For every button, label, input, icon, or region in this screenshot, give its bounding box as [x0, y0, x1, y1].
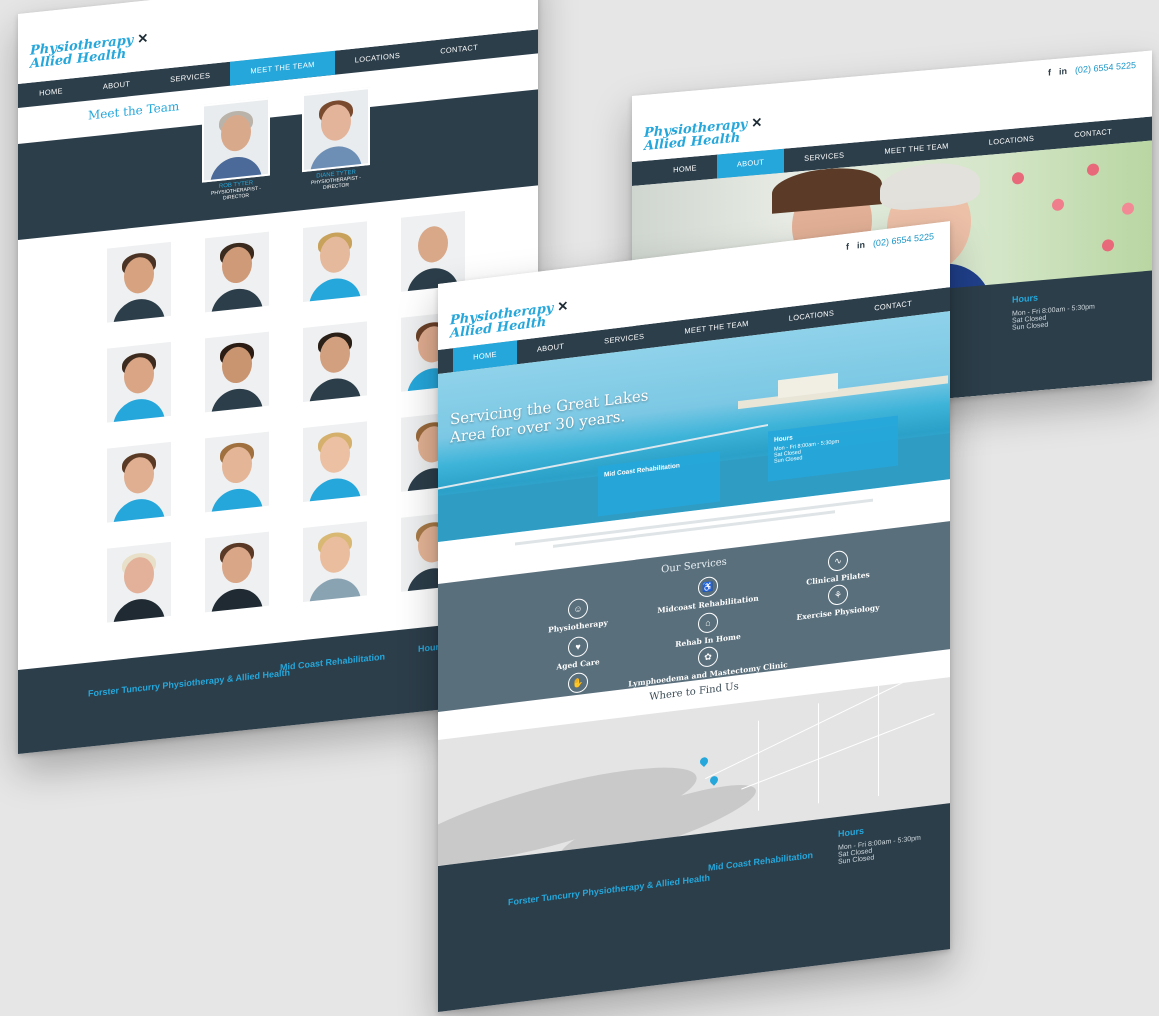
figure-icon: ✕ — [751, 115, 763, 132]
facebook-icon[interactable]: f — [1048, 67, 1051, 77]
physio-icon: ☺ — [568, 597, 588, 621]
figure-icon: ✕ — [557, 299, 569, 316]
rehab-icon: ♿ — [698, 575, 718, 599]
footer-hours: Hours Mon - Fri 8:00am - 5:30pm Sat Clos… — [838, 819, 921, 866]
home-page-mockup: f in (02) 6554 5225 Physiotherapy ✕ Allie… — [438, 221, 950, 1013]
pilates-icon: ∿ — [828, 549, 848, 573]
footer-clinic-1-name: Forster Tuncurry Physiotherapy & Allied … — [88, 667, 291, 699]
director-card[interactable]: ROB TYTER PHYSIOTHERAPIST - DIRECTOR — [202, 97, 270, 204]
team-photo — [401, 211, 465, 292]
team-member-card[interactable] — [204, 331, 270, 413]
footer-clinic-1: Forster Tuncurry Physiotherapy & Allied … — [88, 667, 290, 704]
team-member-card[interactable] — [302, 321, 368, 403]
team-member-card[interactable] — [106, 241, 172, 323]
team-member-card[interactable] — [204, 231, 270, 313]
team-photo — [205, 431, 269, 513]
team-member-card[interactable] — [204, 431, 270, 513]
footer-clinic-2-name: Mid Coast Rehabilitation — [280, 651, 386, 673]
facebook-icon[interactable]: f — [846, 242, 849, 252]
team-photo — [303, 221, 367, 303]
team-photo — [303, 321, 367, 403]
team-photo — [303, 521, 367, 603]
footer-clinic-1-name: Forster Tuncurry Physiotherapy & Allied … — [508, 872, 711, 908]
team-photo — [205, 231, 269, 313]
team-member-card[interactable] — [302, 421, 368, 503]
phone-number[interactable]: (02) 6554 5225 — [873, 231, 934, 248]
info-box-title: Mid Coast Rehabilitation — [604, 462, 680, 479]
team-member-card[interactable] — [106, 341, 172, 423]
team-photo — [107, 541, 171, 623]
footer-hours: Hours Mon - Fri 8:00am - 5:30pm Sat Clos… — [1012, 288, 1095, 331]
footer-clinic-2-name: Mid Coast Rehabilitation — [708, 849, 814, 873]
team-photo — [303, 421, 367, 503]
team-member-card[interactable] — [204, 531, 270, 613]
home-icon: ⌂ — [698, 611, 718, 635]
aged-care-icon: ♥ — [568, 635, 588, 659]
hours-title: Hours — [1012, 292, 1039, 305]
team-photo — [205, 531, 269, 613]
figure-icon: ✕ — [137, 31, 149, 48]
site-logo[interactable]: Physiotherapy ✕ Allied Health — [644, 115, 763, 154]
team-photo — [205, 331, 269, 413]
team-member-card[interactable] — [302, 221, 368, 303]
footer-clinic-2: Mid Coast Rehabilitation — [708, 850, 813, 879]
phone-number[interactable]: (02) 6554 5225 — [1075, 60, 1136, 75]
map-pin-icon[interactable] — [698, 755, 710, 767]
director-photo — [302, 87, 370, 173]
footer-clinic-2: Mid Coast Rehabilitation — [280, 651, 385, 678]
site-logo[interactable]: Physiotherapy ✕ Allied Health — [30, 31, 149, 71]
linkedin-icon[interactable]: in — [857, 240, 865, 251]
team-member-card[interactable] — [106, 541, 172, 623]
hero-headline: Servicing the Great Lakes Area for over … — [450, 386, 649, 447]
director-photo — [202, 97, 270, 183]
ribbon-icon: ✿ — [698, 645, 718, 669]
exercise-icon: ⚘ — [828, 583, 848, 607]
team-photo — [107, 441, 171, 523]
site-logo[interactable]: Physiotherapy ✕ Allied Health — [450, 299, 569, 342]
team-member-card[interactable] — [106, 441, 172, 523]
team-photo — [107, 341, 171, 423]
director-card[interactable]: DIANE TYTER PHYSIOTHERAPIST - DIRECTOR — [302, 87, 370, 193]
linkedin-icon[interactable]: in — [1059, 66, 1067, 77]
copyright: © Copyright 2020 Forster Tuncurry Physio… — [458, 998, 707, 1012]
team-member-card[interactable] — [400, 211, 466, 292]
team-member-card[interactable] — [302, 521, 368, 603]
hand-icon: ✋ — [568, 671, 588, 695]
footer-clinic-1: Forster Tuncurry Physiotherapy & Allied … — [508, 873, 710, 914]
team-photo — [107, 241, 171, 323]
